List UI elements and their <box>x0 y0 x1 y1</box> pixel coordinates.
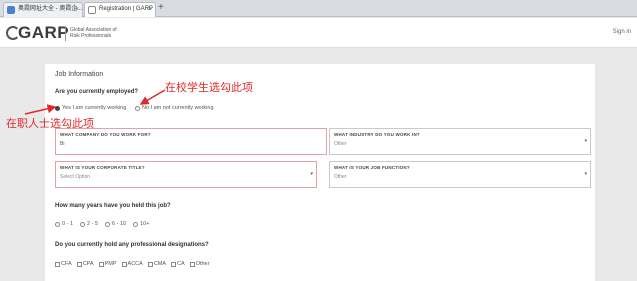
years-option[interactable]: 10+ <box>133 221 149 227</box>
designation-checkbox[interactable] <box>121 261 127 267</box>
site-header: GARP Global Association of Risk Professi… <box>0 18 637 48</box>
years-question: How many years have you held this job? <box>55 203 171 209</box>
years-options: 0 - 1 2 - 5 6 - 10 10+ <box>55 221 149 227</box>
designation-checkbox[interactable] <box>98 261 104 267</box>
designation-option[interactable]: Other <box>189 261 210 267</box>
designation-options: CFA CPA PMP ACCA CMA CA Other <box>55 261 209 267</box>
logo-text[interactable]: GARP <box>18 23 69 43</box>
designation-option[interactable]: PMP <box>98 261 117 267</box>
company-label: WHAT COMPANY DO YOU WORK FOR? <box>60 132 151 137</box>
site-favicon-icon <box>88 6 96 14</box>
years-option[interactable]: 0 - 1 <box>55 221 73 227</box>
years-radio[interactable] <box>55 221 60 227</box>
tab-label: Registration | GARP <box>99 6 153 12</box>
years-label: 0 - 1 <box>62 221 74 227</box>
designation-checkbox[interactable] <box>189 261 195 267</box>
years-radio[interactable] <box>133 221 139 227</box>
years-option[interactable]: 2 - 5 <box>80 221 98 227</box>
industry-value: Other <box>334 141 347 147</box>
designation-option[interactable]: CFA <box>55 261 72 267</box>
logo-subtitle: Global Association of Risk Professionals <box>70 27 117 39</box>
designation-option[interactable]: CMA <box>147 261 167 267</box>
industry-label: WHAT INDUSTRY DO YOU WORK IN? <box>334 132 420 137</box>
chevron-down-icon: ▾ <box>584 171 587 177</box>
chevron-down-icon: ▾ <box>310 171 313 177</box>
designation-label: PMP <box>104 261 117 267</box>
designation-label: CA <box>177 261 185 267</box>
job-function-label: WHAT IS YOUR JOB FUNCTION? <box>334 165 410 170</box>
corporate-title-select[interactable]: WHAT IS YOUR CORPORATE TITLE? Select Opt… <box>55 161 317 188</box>
job-function-value: Other <box>334 174 347 180</box>
site-favicon-icon <box>7 6 15 14</box>
years-label: 10+ <box>140 221 150 227</box>
professional-annotation: 在职人士选勾此项 <box>6 117 94 130</box>
browser-tab-1[interactable]: 奥霞网址大全 - 奥霞企... × <box>3 2 83 17</box>
designation-option[interactable]: CPA <box>76 261 94 267</box>
chevron-down-icon: ▾ <box>584 138 587 144</box>
employed-no-radio[interactable] <box>135 105 140 111</box>
student-annotation: 在校学生选勾此项 <box>165 81 253 94</box>
signin-link[interactable]: Sign in <box>613 29 631 35</box>
browser-tab-2[interactable]: Registration | GARP × <box>84 2 156 17</box>
designation-checkbox[interactable] <box>171 261 177 267</box>
close-icon[interactable]: × <box>75 3 79 16</box>
years-label: 2 - 5 <box>87 221 99 227</box>
designation-label: CMA <box>153 261 167 267</box>
tab-label: 奥霞网址大全 - 奥霞企... <box>18 6 83 12</box>
company-field[interactable]: WHAT COMPANY DO YOU WORK FOR? Bi <box>55 128 327 155</box>
years-option[interactable]: 6 - 10 <box>105 221 126 227</box>
corporate-title-value: Select Option <box>60 174 91 180</box>
employed-no-label: No I am not currently working <box>142 105 214 111</box>
designation-checkbox[interactable] <box>76 261 82 267</box>
section-title: Job Information <box>55 71 104 78</box>
years-label: 6 - 10 <box>112 221 127 227</box>
close-icon[interactable]: × <box>148 3 152 16</box>
designation-option[interactable]: CA <box>171 261 185 267</box>
job-function-select[interactable]: WHAT IS YOUR JOB FUNCTION? Other ▾ <box>329 161 591 188</box>
new-tab-button[interactable]: + <box>158 1 164 15</box>
designation-label: CFA <box>61 261 72 267</box>
employed-no-option[interactable]: No I am not currently working <box>135 105 214 111</box>
designation-option[interactable]: ACCA <box>121 261 143 267</box>
logo-divider <box>65 26 66 41</box>
designation-checkbox[interactable] <box>55 261 60 267</box>
designation-label: CPA <box>82 261 94 267</box>
employed-yes-option[interactable]: Yes I am currently working <box>55 105 126 111</box>
company-input[interactable]: Bi <box>60 141 64 147</box>
browser-tab-strip: 奥霞网址大全 - 奥霞企... × Registration | GARP × … <box>0 0 637 17</box>
designation-checkbox[interactable] <box>147 261 153 267</box>
job-information-form: Job Information Are you currently employ… <box>45 64 595 281</box>
employed-question: Are you currently employed? <box>55 89 139 95</box>
corporate-title-label: WHAT IS YOUR CORPORATE TITLE? <box>60 165 145 170</box>
industry-select[interactable]: WHAT INDUSTRY DO YOU WORK IN? Other ▾ <box>329 128 591 155</box>
designation-label: ACCA <box>127 261 143 267</box>
designation-label: Other <box>195 261 210 267</box>
designations-question: Do you currently hold any professional d… <box>55 242 209 248</box>
employed-yes-label: Yes I am currently working <box>62 105 127 111</box>
years-radio[interactable] <box>80 221 86 227</box>
employed-yes-radio[interactable] <box>55 105 60 111</box>
years-radio[interactable] <box>105 221 111 227</box>
